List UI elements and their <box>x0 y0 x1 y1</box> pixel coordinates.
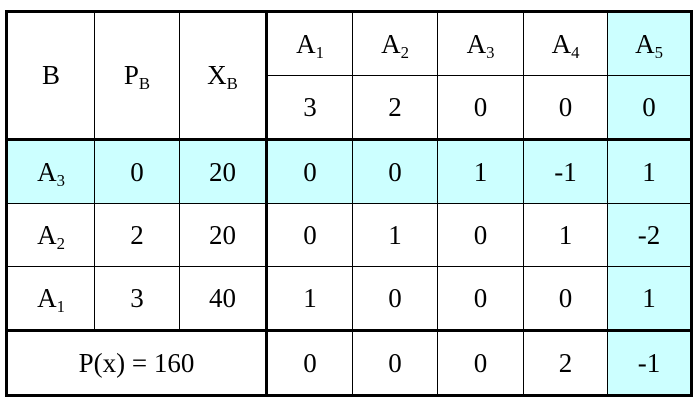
table-row: A2 2 20 0 1 0 1 -2 <box>6 203 692 267</box>
value-cell: -1 <box>523 138 608 204</box>
objective-label: P(x) = 160 <box>6 329 267 396</box>
value-cell: 0 <box>352 138 438 204</box>
xb-cell: 20 <box>179 138 267 204</box>
value-cell: 1 <box>265 266 353 331</box>
basis-cell: A3 <box>6 138 95 204</box>
delta-cell: 0 <box>265 329 353 396</box>
value-cell: 1 <box>352 203 438 267</box>
table-row: A3 0 20 0 0 1 -1 1 <box>6 138 692 204</box>
cost-a5: 0 <box>607 75 692 140</box>
cost-a1: 3 <box>265 75 353 140</box>
delta-cell: 0 <box>352 329 438 396</box>
xb-header: XB <box>179 11 267 140</box>
cost-a3: 0 <box>437 75 524 140</box>
column-header-a5: A5 <box>607 11 692 76</box>
xb-cell: 20 <box>179 203 267 267</box>
header-row: B PB XB A1 A2 A3 A4 A5 <box>6 11 692 140</box>
pivot-cell: 1 <box>607 138 692 204</box>
xb-cell: 40 <box>179 266 267 331</box>
cost-a4: 0 <box>523 75 608 140</box>
value-cell: 0 <box>352 266 438 331</box>
objective-row: P(x) = 160 0 0 0 2 -1 <box>6 329 692 396</box>
pb-cell: 3 <box>94 266 180 331</box>
basis-cell: A1 <box>6 266 95 331</box>
column-header-a3: A3 <box>437 11 524 76</box>
column-header-a4: A4 <box>523 11 608 76</box>
cost-a2: 2 <box>352 75 438 140</box>
basis-header: B <box>6 11 95 140</box>
basis-cell: A2 <box>6 203 95 267</box>
value-cell: -2 <box>607 203 692 267</box>
value-cell: 1 <box>523 203 608 267</box>
delta-cell: 2 <box>523 329 608 396</box>
table-row: A1 3 40 1 0 0 0 1 <box>6 266 692 331</box>
column-header-a2: A2 <box>352 11 438 76</box>
pb-header: PB <box>94 11 180 140</box>
simplex-tableau: B PB XB A1 A2 A3 A4 A5 3 2 0 0 0 A3 0 20… <box>5 10 693 397</box>
value-cell: 0 <box>265 138 353 204</box>
value-cell: 1 <box>437 138 524 204</box>
value-cell: 0 <box>265 203 353 267</box>
delta-cell: -1 <box>607 329 692 396</box>
value-cell: 1 <box>607 266 692 331</box>
value-cell: 0 <box>523 266 608 331</box>
column-header-a1: A1 <box>265 11 353 76</box>
pb-cell: 2 <box>94 203 180 267</box>
value-cell: 0 <box>437 203 524 267</box>
value-cell: 0 <box>437 266 524 331</box>
pb-cell: 0 <box>94 138 180 204</box>
delta-cell: 0 <box>437 329 524 396</box>
